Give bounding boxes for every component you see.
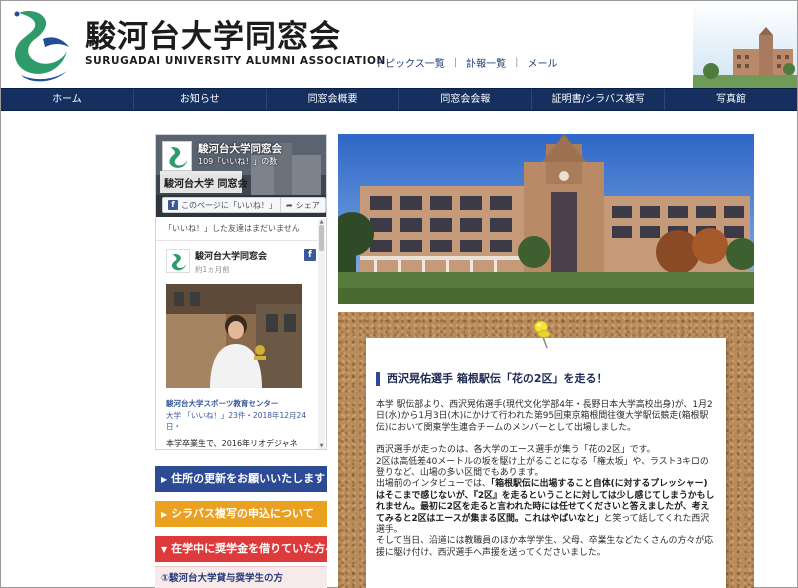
article-body: 本学 駅伝部より、西沢晃佑選手(現代文化学部4年・長野日本大学高校出身)が、1月… bbox=[376, 400, 716, 559]
triangle-right-icon: ▶ bbox=[161, 475, 168, 484]
facebook-post-author[interactable]: 駿河台大学同窓会 bbox=[195, 249, 267, 262]
swan-logo-icon[interactable] bbox=[5, 5, 75, 83]
banner-label: 住所の更新をお願いいたします bbox=[171, 472, 326, 485]
facebook-like-count: 109「いいね！」の数 bbox=[198, 157, 278, 166]
logo-english-title[interactable]: SURUGADAI UNIVERSITY ALUMNI ASSOCIATION bbox=[85, 55, 386, 67]
facebook-share-button[interactable]: ➦ シェア bbox=[280, 197, 326, 213]
nav-overview[interactable]: 同窓会概要 bbox=[267, 89, 400, 110]
nav-home[interactable]: ホーム bbox=[1, 89, 134, 110]
facebook-post-time[interactable]: 約1ヵ月前 bbox=[195, 264, 267, 275]
facebook-post-link-name[interactable]: 駿河台大学スポーツ教育センター bbox=[166, 398, 316, 409]
news-article-card: 西沢晃佑選手 箱根駅伝「花の2区」を走る！ 本学 駅伝部より、西沢晃佑選手(現代… bbox=[366, 338, 726, 588]
nav-bulletin[interactable]: 同窓会会報 bbox=[399, 89, 533, 110]
facebook-cover-logo-text: 駿河台大学 同窓会 bbox=[164, 179, 248, 190]
banner-label: シラバス複写の申込について bbox=[171, 507, 314, 520]
article-paragraph: 西沢選手が走ったのは、各大学のエース選手が集う「花の2区」です。 bbox=[376, 445, 656, 456]
logo-japanese-title[interactable]: 駿河台大学同窓会 bbox=[85, 11, 341, 56]
banner-label: 在学中に奨学金を借りていた方へ bbox=[171, 542, 337, 555]
article-paragraph: 2区は高低差40メートルの坂を駆け上がることになる「権太坂」や、ラスト3キロの登… bbox=[376, 456, 709, 479]
scrollbar-thumb[interactable] bbox=[319, 225, 324, 251]
nav-news[interactable]: お知らせ bbox=[134, 89, 267, 110]
scholarship-banner[interactable]: ▼ 在学中に奨学金を借りていた方へ bbox=[155, 536, 336, 562]
facebook-post-photo[interactable] bbox=[166, 284, 302, 388]
facebook-friends-text: 「いいね！」した友達はまだいません bbox=[156, 217, 326, 241]
facebook-post-meta[interactable]: 大学 「いいね！」23件・2018年12月24日・ bbox=[166, 410, 316, 432]
scholarship-sub-link[interactable]: ①駿河台大学貸与奨学生の方 bbox=[155, 566, 327, 588]
link-separator: | bbox=[515, 57, 519, 68]
like-button-label: このページに「いいね！」 bbox=[181, 200, 277, 210]
facebook-post-text: 本学卒業生で、2016年リオデジャネ bbox=[166, 439, 298, 448]
obituary-list-link[interactable]: 訃報一覧 bbox=[466, 55, 506, 70]
triangle-right-icon: ▶ bbox=[161, 510, 168, 519]
campus-header-photo bbox=[693, 1, 797, 88]
push-pin-icon bbox=[534, 320, 551, 349]
campus-building-photo bbox=[338, 134, 754, 304]
facebook-page-logo-icon bbox=[162, 141, 192, 171]
facebook-scrollbar[interactable]: ▲ ▼ bbox=[318, 219, 325, 449]
facebook-like-page-button[interactable]: f このページに「いいね！」 bbox=[162, 197, 283, 213]
article-title[interactable]: 西沢晃佑選手 箱根駅伝「花の2区」を走る！ bbox=[376, 372, 716, 386]
scroll-down-arrow-icon[interactable]: ▼ bbox=[318, 443, 325, 449]
facebook-logo-icon[interactable]: f bbox=[304, 249, 316, 261]
article-paragraph: 出場前のインタビューでは、「箱根駅伝に出場すること自体(に対するプレッシャー)は… bbox=[376, 479, 716, 536]
facebook-f-icon: f bbox=[168, 200, 178, 210]
facebook-post-avatar-icon[interactable] bbox=[166, 249, 190, 273]
nav-photos[interactable]: 写真館 bbox=[665, 89, 797, 110]
facebook-post: 駿河台大学同窓会 約1ヵ月前 f 駿河台大学スポーツ教育センター 大学 「いいね… bbox=[156, 241, 326, 449]
address-update-banner[interactable]: ▶ 住所の更新をお願いいたします bbox=[155, 466, 327, 492]
mail-link[interactable]: メール bbox=[527, 55, 557, 70]
nav-certificate[interactable]: 証明書/シラバス複写 bbox=[532, 89, 666, 110]
article-paragraph: そして当日、沿道には教職員のほか本学学生、父母、卒業生などたくさんの方々が応援に… bbox=[376, 536, 713, 558]
share-button-label: シェア bbox=[295, 200, 320, 210]
triangle-down-icon: ▼ bbox=[161, 545, 168, 554]
syllabus-copy-banner[interactable]: ▶ シラバス複写の申込について bbox=[155, 501, 327, 527]
facebook-cover[interactable]: 駿河台大学同窓会 109「いいね！」の数 駿河台大学 同窓会 f このページに「… bbox=[156, 135, 326, 217]
link-separator: | bbox=[453, 57, 458, 68]
site-header: 駿河台大学同窓会 SURUGADAI UNIVERSITY ALUMNI ASS… bbox=[1, 1, 797, 88]
header-links: トピックス一覧 | 訃報一覧 | メール bbox=[375, 55, 557, 70]
article-paragraph: 本学 駅伝部より、西沢晃佑選手(現代文化学部4年・長野日本大学高校出身)が、1月… bbox=[376, 400, 713, 433]
facebook-page-widget: 駿河台大学同窓会 109「いいね！」の数 駿河台大学 同窓会 f このページに「… bbox=[155, 134, 327, 450]
main-navigation: ホーム お知らせ 同窓会概要 同窓会会報 証明書/シラバス複写 写真館 bbox=[1, 88, 797, 111]
article-text: 出場前のインタビューでは、 bbox=[376, 479, 491, 490]
topics-list-link[interactable]: トピックス一覧 bbox=[375, 55, 445, 70]
share-arrow-icon: ➦ bbox=[286, 200, 293, 210]
facebook-page-name[interactable]: 駿河台大学同窓会 bbox=[198, 141, 282, 156]
